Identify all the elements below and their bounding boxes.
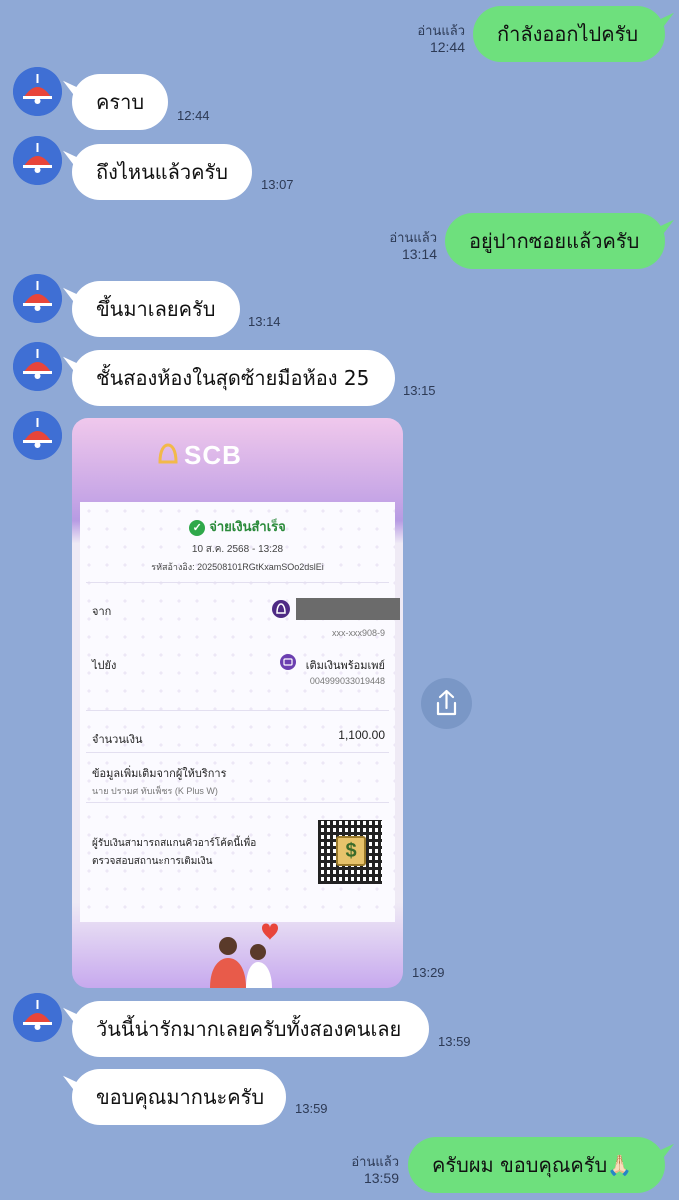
read-receipt: อ่านแล้ว 13:14: [389, 230, 437, 262]
message-bubble-outgoing[interactable]: อยู่ปากซอยแล้วครับ: [445, 213, 665, 269]
wallet-icon: [280, 654, 296, 670]
scb-logo-icon: [158, 443, 178, 464]
contact-avatar[interactable]: [13, 136, 62, 185]
qr-note: ตรวจสอบสถานะการเติมเงิน: [92, 856, 213, 867]
message-time: 13:15: [403, 383, 436, 398]
extra-info-label: ข้อมูลเพิ่มเติมจากผู้ให้บริการ: [92, 768, 227, 780]
check-circle-icon: ✓: [189, 519, 206, 536]
red-lamp-icon: [13, 67, 62, 116]
extra-info-value: นาย ปรามศ ทับเพ็ชร (K Plus W): [92, 786, 218, 796]
message-time: 12:44: [177, 108, 210, 123]
divider: [86, 710, 389, 711]
divider: [86, 582, 389, 583]
divider: [86, 802, 389, 803]
message-bubble-incoming[interactable]: ขอบคุณมากนะครับ: [72, 1069, 286, 1125]
chat-view: อ่านแล้ว 12:44 กำลังออกไปครับ คราบ 12:44…: [0, 0, 679, 1200]
to-name: เติมเงินพร้อมเพย์: [305, 660, 385, 672]
red-lamp-icon: [13, 993, 62, 1042]
payment-status: ✓ จ่ายเงินสำเร็จ: [80, 516, 395, 537]
read-receipt: อ่านแล้ว 13:59: [351, 1154, 399, 1186]
message-bubble-incoming[interactable]: ชั้นสองห้องในสุดซ้ายมือห้อง 25: [72, 350, 395, 406]
masked-sender-name: [296, 598, 400, 620]
message-time: 13:07: [261, 177, 294, 192]
message-bubble-outgoing[interactable]: กำลังออกไปครับ: [473, 6, 665, 62]
amount-value: 1,100.00: [338, 728, 385, 742]
contact-avatar[interactable]: [13, 274, 62, 323]
payment-datetime: 10 ส.ค. 2568 - 13:28: [191, 544, 284, 555]
red-lamp-icon: [13, 136, 62, 185]
contact-avatar[interactable]: [13, 342, 62, 391]
divider: [86, 752, 389, 753]
qr-note: ผู้รับเงินสามารถสแกนคิวอาร์โค้ดนี้เพื่อ: [92, 838, 257, 849]
from-account: xxx-xxx908-9: [331, 628, 385, 638]
message-time: 13:14: [248, 314, 281, 329]
message-time: 13:59: [438, 1034, 471, 1049]
red-lamp-icon: [13, 411, 62, 460]
share-icon: [436, 689, 457, 716]
message-bubble-incoming[interactable]: ถึงไหนแล้วครับ: [72, 144, 252, 200]
contact-avatar[interactable]: [13, 411, 62, 460]
red-lamp-icon: [13, 274, 62, 323]
from-label: จาก: [92, 606, 112, 618]
receipt-sheet: ✓ จ่ายเงินสำเร็จ 10 ส.ค. 2568 - 13:28 รหั…: [80, 502, 400, 922]
to-account: 004999033019448: [309, 676, 385, 686]
contact-avatar[interactable]: [13, 67, 62, 116]
amount-label: จำนวนเงิน: [92, 734, 143, 746]
read-receipt: อ่านแล้ว 12:44: [417, 23, 465, 55]
red-lamp-icon: [13, 342, 62, 391]
message-bubble-incoming[interactable]: คราบ: [72, 74, 168, 130]
money-icon: $: [336, 836, 366, 866]
share-button[interactable]: [421, 678, 472, 729]
contact-avatar[interactable]: [13, 993, 62, 1042]
message-time: 13:29: [412, 965, 445, 980]
scb-account-icon: [272, 600, 290, 618]
to-label: ไปยัง: [92, 660, 117, 672]
payment-slip-image[interactable]: SCB ✓ จ่ายเงินสำเร็จ 10 ส.ค. 2568 - 13:28…: [72, 418, 403, 988]
message-bubble-incoming[interactable]: ขึ้นมาเลยครับ: [72, 281, 240, 337]
bank-brand: SCB: [184, 440, 242, 470]
message-bubble-incoming[interactable]: วันนี้น่ารักมากเลยครับทั้งสองคนเลย: [72, 1001, 429, 1057]
message-time: 13:59: [295, 1101, 328, 1116]
couple-illustration-icon: [210, 923, 278, 988]
message-bubble-outgoing[interactable]: ครับผม ขอบคุณครับ🙏🏻: [408, 1137, 665, 1193]
payment-reference: รหัสอ้างอิง: 202508101RGtKxamSOo2dslEi: [151, 562, 324, 572]
